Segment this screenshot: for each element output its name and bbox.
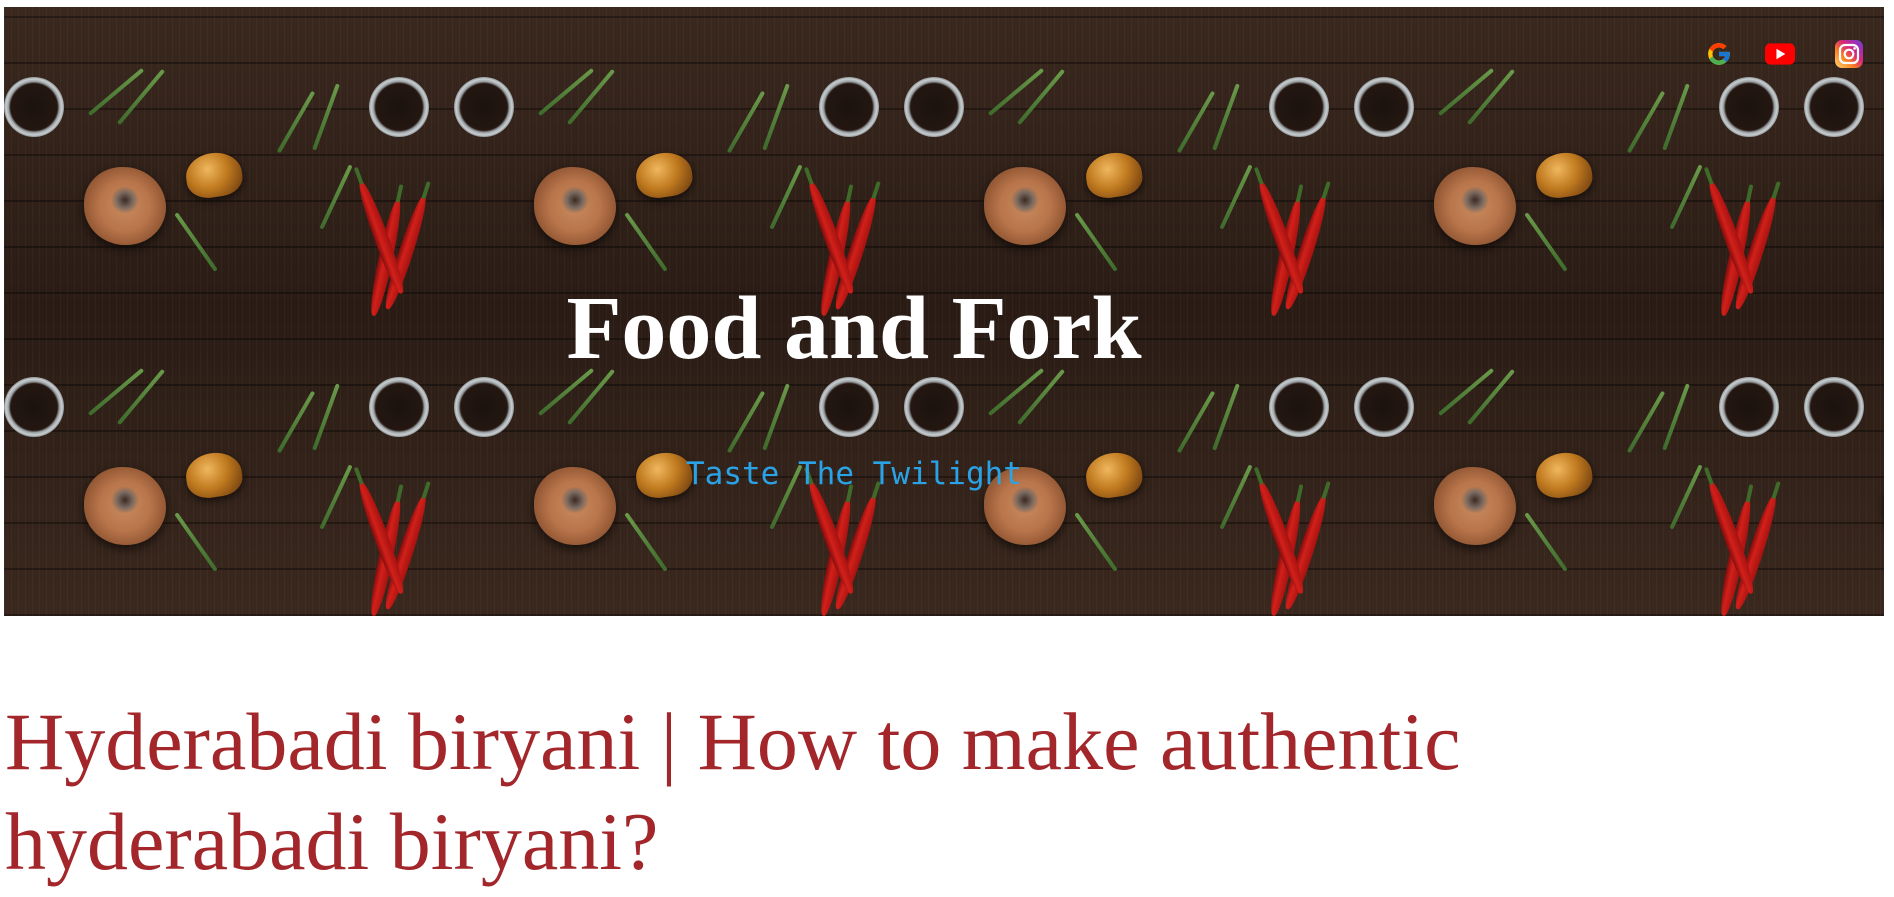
banner-tile	[84, 7, 882, 318]
spice-bowl-decoration	[904, 377, 964, 437]
google-icon	[1708, 43, 1730, 65]
site-tagline: Taste The Twilight	[686, 456, 1022, 492]
spice-bowl-decoration	[904, 77, 964, 137]
banner-tile	[1434, 7, 1884, 167]
instagram-link[interactable]	[1834, 39, 1864, 69]
spice-bowl-decoration	[1804, 77, 1864, 137]
google-link[interactable]	[1704, 39, 1734, 69]
post-title[interactable]: Hyderabadi biryani | How to make authent…	[5, 692, 1705, 892]
header-banner: Food and Fork Taste The Twilight	[4, 7, 1884, 616]
youtube-link[interactable]	[1765, 39, 1795, 69]
instagram-icon	[1835, 40, 1863, 68]
spice-bowl-decoration	[4, 77, 64, 137]
youtube-icon	[1765, 43, 1795, 65]
spice-bowl-decoration	[4, 377, 64, 437]
spice-bowl-decoration	[454, 377, 514, 437]
banner-tile	[4, 7, 432, 318]
banner-tile	[984, 7, 1782, 318]
spice-bowl-decoration	[1804, 377, 1864, 437]
spice-bowl-decoration	[1354, 377, 1414, 437]
banner-tile	[534, 7, 1332, 318]
site-title[interactable]: Food and Fork	[4, 279, 1884, 379]
spice-bowl-decoration	[1354, 77, 1414, 137]
spice-bowl-decoration	[454, 77, 514, 137]
